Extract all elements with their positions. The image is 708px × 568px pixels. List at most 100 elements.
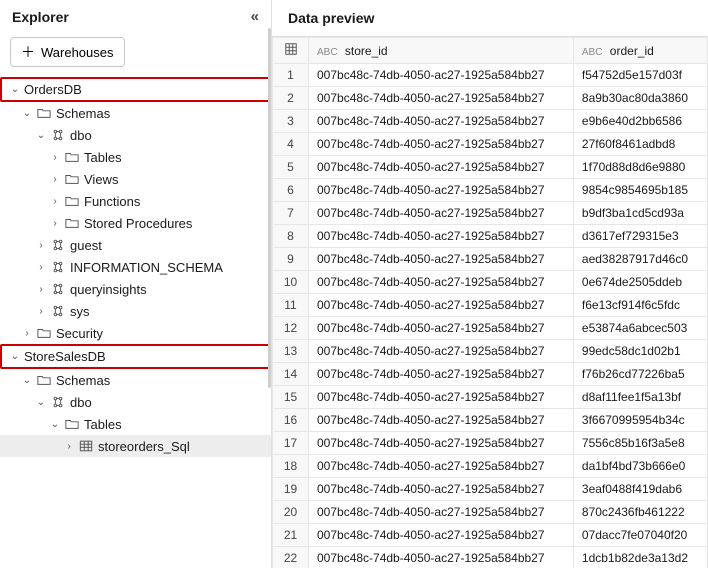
table-row[interactable]: 15007bc48c-74db-4050-ac27-1925a584bb27d8…	[273, 386, 708, 409]
col-header-rownum[interactable]	[273, 38, 309, 64]
col-header-order-id[interactable]: ABC order_id	[573, 38, 707, 64]
cell-store-id: 007bc48c-74db-4050-ac27-1925a584bb27	[309, 248, 574, 271]
table-row[interactable]: 11007bc48c-74db-4050-ac27-1925a584bb27f6…	[273, 294, 708, 317]
collapse-explorer-icon[interactable]: «	[251, 8, 259, 25]
tree-schema-guest[interactable]: › guest	[0, 234, 271, 256]
table-row[interactable]: 5007bc48c-74db-4050-ac27-1925a584bb271f7…	[273, 156, 708, 179]
tree-folder-schemas[interactable]: ⌄ Schemas	[0, 102, 271, 124]
chevron-down-icon: ⌄	[36, 397, 46, 408]
table-row[interactable]: 18007bc48c-74db-4050-ac27-1925a584bb27da…	[273, 455, 708, 478]
row-number-cell: 1	[273, 64, 309, 87]
explorer-tree[interactable]: ⌄ OrdersDB ⌄ Schemas	[0, 75, 271, 568]
explorer-title: Explorer	[12, 9, 69, 25]
tree-folder-tables-2[interactable]: ⌄ Tables	[0, 413, 271, 435]
grid-icon	[284, 45, 298, 59]
tree-db-ordersdb[interactable]: ⌄ OrdersDB	[0, 77, 271, 102]
row-number-cell: 15	[273, 386, 309, 409]
data-preview-table-wrap[interactable]: ABC store_id ABC order_id 1007bc48c-74db…	[272, 36, 708, 568]
cell-order-id: 0e674de2505ddeb	[573, 271, 707, 294]
cell-store-id: 007bc48c-74db-4050-ac27-1925a584bb27	[309, 524, 574, 547]
table-row[interactable]: 1007bc48c-74db-4050-ac27-1925a584bb27f54…	[273, 64, 708, 87]
cell-order-id: 3f6670995954b34c	[573, 409, 707, 432]
node-label: Tables	[84, 417, 122, 432]
explorer-panel: Explorer « ＋ Warehouses ⌄ OrdersDB	[0, 0, 272, 568]
schema-icon	[50, 281, 66, 297]
table-row[interactable]: 16007bc48c-74db-4050-ac27-1925a584bb273f…	[273, 409, 708, 432]
warehouses-label: Warehouses	[41, 45, 114, 60]
row-number-cell: 2	[273, 87, 309, 110]
cell-order-id: 3eaf0488f419dab6	[573, 478, 707, 501]
cell-order-id: 99edc58dc1d02b1	[573, 340, 707, 363]
cell-order-id: d8af11fee1f5a13bf	[573, 386, 707, 409]
row-number-cell: 8	[273, 225, 309, 248]
row-number-cell: 10	[273, 271, 309, 294]
table-row[interactable]: 21007bc48c-74db-4050-ac27-1925a584bb2707…	[273, 524, 708, 547]
table-row[interactable]: 19007bc48c-74db-4050-ac27-1925a584bb273e…	[273, 478, 708, 501]
cell-order-id: f76b26cd77226ba5	[573, 363, 707, 386]
tree-folder-functions[interactable]: › Functions	[0, 190, 271, 212]
db-label: StoreSalesDB	[24, 349, 106, 364]
chevron-down-icon: ⌄	[22, 108, 32, 119]
cell-order-id: 1dcb1b82de3a13d2	[573, 547, 707, 568]
table-row[interactable]: 17007bc48c-74db-4050-ac27-1925a584bb2775…	[273, 432, 708, 455]
table-row[interactable]: 14007bc48c-74db-4050-ac27-1925a584bb27f7…	[273, 363, 708, 386]
node-label: Views	[84, 172, 118, 187]
tree-schema-dbo[interactable]: ⌄ dbo	[0, 124, 271, 146]
table-row[interactable]: 8007bc48c-74db-4050-ac27-1925a584bb27d36…	[273, 225, 708, 248]
table-row[interactable]: 2007bc48c-74db-4050-ac27-1925a584bb278a9…	[273, 87, 708, 110]
table-row[interactable]: 3007bc48c-74db-4050-ac27-1925a584bb27e9b…	[273, 110, 708, 133]
table-row[interactable]: 12007bc48c-74db-4050-ac27-1925a584bb27e5…	[273, 317, 708, 340]
tree-schema-sys[interactable]: › sys	[0, 300, 271, 322]
cell-order-id: b9df3ba1cd5cd93a	[573, 202, 707, 225]
folder-icon	[36, 105, 52, 121]
scrollbar[interactable]	[268, 28, 271, 388]
col-header-store-id[interactable]: ABC store_id	[309, 38, 574, 64]
table-row[interactable]: 6007bc48c-74db-4050-ac27-1925a584bb27985…	[273, 179, 708, 202]
table-row[interactable]: 4007bc48c-74db-4050-ac27-1925a584bb2727f…	[273, 133, 708, 156]
row-number-cell: 9	[273, 248, 309, 271]
node-label: Tables	[84, 150, 122, 165]
cell-order-id: da1bf4bd73b666e0	[573, 455, 707, 478]
table-row[interactable]: 13007bc48c-74db-4050-ac27-1925a584bb2799…	[273, 340, 708, 363]
chevron-down-icon: ⌄	[10, 351, 20, 362]
row-number-cell: 21	[273, 524, 309, 547]
cell-store-id: 007bc48c-74db-4050-ac27-1925a584bb27	[309, 110, 574, 133]
chevron-right-icon: ›	[50, 196, 60, 207]
cell-store-id: 007bc48c-74db-4050-ac27-1925a584bb27	[309, 294, 574, 317]
chevron-right-icon: ›	[36, 262, 46, 273]
tree-folder-tables[interactable]: › Tables	[0, 146, 271, 168]
node-label: dbo	[70, 128, 92, 143]
schema-icon	[50, 259, 66, 275]
table-row[interactable]: 22007bc48c-74db-4050-ac27-1925a584bb271d…	[273, 547, 708, 568]
tree-schema-dbo-2[interactable]: ⌄ dbo	[0, 391, 271, 413]
cell-order-id: aed38287917d46c0	[573, 248, 707, 271]
row-number-cell: 13	[273, 340, 309, 363]
node-label: storeorders_Sql	[98, 439, 190, 454]
folder-icon	[36, 372, 52, 388]
chevron-right-icon: ›	[36, 284, 46, 295]
folder-icon	[64, 149, 80, 165]
node-label: guest	[70, 238, 102, 253]
tree-folder-views[interactable]: › Views	[0, 168, 271, 190]
warehouses-button[interactable]: ＋ Warehouses	[10, 37, 125, 67]
tree-folder-schemas-2[interactable]: ⌄ Schemas	[0, 369, 271, 391]
table-row[interactable]: 20007bc48c-74db-4050-ac27-1925a584bb2787…	[273, 501, 708, 524]
cell-order-id: 8a9b30ac80da3860	[573, 87, 707, 110]
tree-schema-queryinsights[interactable]: › queryinsights	[0, 278, 271, 300]
explorer-toolbar: ＋ Warehouses	[0, 33, 271, 75]
chevron-down-icon: ⌄	[36, 130, 46, 141]
cell-store-id: 007bc48c-74db-4050-ac27-1925a584bb27	[309, 133, 574, 156]
tree-folder-storedprocs[interactable]: › Stored Procedures	[0, 212, 271, 234]
table-row[interactable]: 7007bc48c-74db-4050-ac27-1925a584bb27b9d…	[273, 202, 708, 225]
node-label: Schemas	[56, 106, 110, 121]
cell-store-id: 007bc48c-74db-4050-ac27-1925a584bb27	[309, 386, 574, 409]
data-preview-title: Data preview	[272, 0, 708, 36]
tree-db-storesalesdb[interactable]: ⌄ StoreSalesDB	[0, 344, 271, 369]
tree-folder-security[interactable]: › Security	[0, 322, 271, 344]
chevron-right-icon: ›	[50, 218, 60, 229]
row-number-cell: 17	[273, 432, 309, 455]
tree-schema-infoschema[interactable]: › INFORMATION_SCHEMA	[0, 256, 271, 278]
table-row[interactable]: 9007bc48c-74db-4050-ac27-1925a584bb27aed…	[273, 248, 708, 271]
table-row[interactable]: 10007bc48c-74db-4050-ac27-1925a584bb270e…	[273, 271, 708, 294]
tree-table-storeorders[interactable]: › storeorders_Sql	[0, 435, 271, 457]
